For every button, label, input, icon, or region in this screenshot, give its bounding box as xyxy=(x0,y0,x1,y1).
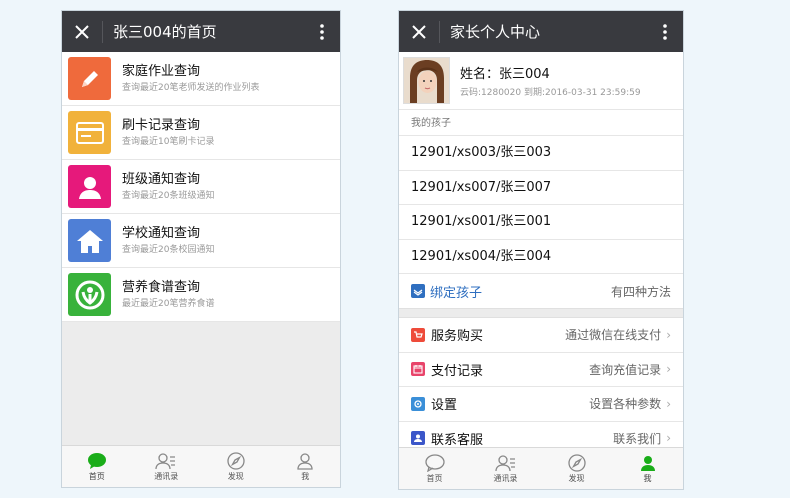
tab-label: 发现 xyxy=(568,473,585,483)
tab-me[interactable]: 我 xyxy=(271,446,341,487)
bottom-tab-bar: 首页 通讯录 发现 我 xyxy=(399,447,683,489)
option-hint: 设置各种参数 xyxy=(589,397,662,412)
menu-item-desc: 查询最近20条班级通知 xyxy=(122,190,215,201)
more-vertical-icon xyxy=(663,23,667,40)
bind-child-label: 绑定孩子 xyxy=(430,285,483,301)
pencil-icon xyxy=(68,57,111,100)
option-label: 服务购买 xyxy=(431,329,484,345)
menu-item-card-records[interactable]: 刷卡记录查询 查询最近10笔刷卡记录 xyxy=(62,106,340,160)
profile-header: 姓名：张三004 云码:1280020 到期:2016-03-31 23:59:… xyxy=(399,52,683,110)
chevron-right-icon: › xyxy=(666,396,671,411)
tab-label: 首页 xyxy=(88,471,105,481)
compass-icon xyxy=(227,451,245,470)
option-settings[interactable]: 设置 设置各种参数 › xyxy=(399,387,683,422)
menu-item-desc: 查询最近20笔老师发送的作业列表 xyxy=(122,82,260,93)
close-icon xyxy=(412,24,426,39)
option-hint: 联系我们 xyxy=(613,431,662,446)
menu-item-title: 刷卡记录查询 xyxy=(122,117,201,133)
gear-icon xyxy=(411,396,425,411)
tab-me[interactable]: 我 xyxy=(612,448,683,489)
right-title-bar: 家长个人中心 xyxy=(399,11,683,52)
profile-name: 姓名：张三004 xyxy=(460,67,550,82)
child-item[interactable]: 12901/xs003/张三003 xyxy=(399,136,683,171)
bottom-tab-bar: 首页 通讯录 发现 我 xyxy=(62,445,340,487)
more-button[interactable] xyxy=(647,11,683,52)
tab-contacts[interactable]: 通讯录 xyxy=(470,448,541,489)
option-label: 支付记录 xyxy=(431,363,484,379)
left-phone-screen: 张三004的首页 家庭作业查询 查询最近20笔老师发送的作业列表 刷卡记录查询 … xyxy=(61,10,341,488)
menu-item-desc: 最近最近20笔营养食谱 xyxy=(122,298,215,309)
chevron-right-icon: › xyxy=(666,431,671,446)
me-icon xyxy=(640,455,655,471)
profile-meta: 云码:1280020 到期:2016-03-31 23:59:59 xyxy=(460,88,641,98)
close-button[interactable] xyxy=(62,11,102,52)
menu-item-desc: 查询最近20条校园通知 xyxy=(122,244,215,255)
me-icon xyxy=(297,452,313,470)
child-item[interactable]: 12901/xs004/张三004 xyxy=(399,240,683,274)
tab-discover[interactable]: 发现 xyxy=(541,448,612,489)
contacts-icon xyxy=(155,452,176,469)
option-label: 联系客服 xyxy=(431,432,484,448)
option-payment-records[interactable]: 支付记录 查询充值记录 › xyxy=(399,353,683,387)
tab-label: 我 xyxy=(301,471,310,481)
menu-item-title: 班级通知查询 xyxy=(122,171,201,187)
chevron-right-icon: › xyxy=(666,362,671,377)
chat-icon xyxy=(424,453,445,472)
chevron-right-icon: › xyxy=(666,327,671,342)
menu-item-homework[interactable]: 家庭作业查询 查询最近20笔老师发送的作业列表 xyxy=(62,52,340,106)
tab-home[interactable]: 首页 xyxy=(62,446,132,487)
chat-icon xyxy=(87,452,106,469)
tab-label: 我 xyxy=(643,473,652,483)
option-service-purchase[interactable]: 服务购买 通过微信在线支付 › xyxy=(399,318,683,353)
menu-item-title: 家庭作业查询 xyxy=(122,63,201,79)
tab-contacts[interactable]: 通讯录 xyxy=(132,446,202,487)
menu-item-title: 营养食谱查询 xyxy=(122,279,201,295)
child-item[interactable]: 12901/xs007/张三007 xyxy=(399,171,683,205)
menu-item-nutrition[interactable]: 营养食谱查询 最近最近20笔营养食谱 xyxy=(62,268,340,322)
menu-item-class-notice[interactable]: 班级通知查询 查询最近20条班级通知 xyxy=(62,160,340,214)
children-section-title: 我的孩子 xyxy=(399,110,683,136)
tab-home[interactable]: 首页 xyxy=(399,448,470,489)
tab-label: 通讯录 xyxy=(154,471,179,481)
compass-icon xyxy=(567,453,586,472)
tab-discover[interactable]: 发现 xyxy=(201,446,271,487)
menu-item-school-notice[interactable]: 学校通知查询 查询最近20条校园通知 xyxy=(62,214,340,268)
more-button[interactable] xyxy=(304,11,340,52)
home-icon xyxy=(68,219,111,262)
support-icon xyxy=(411,431,425,446)
page-title: 张三004的首页 xyxy=(113,23,217,41)
title-separator xyxy=(102,20,103,43)
right-phone-screen: 家长个人中心 姓名：张三004 云码:1280020 到期:2016-03-31… xyxy=(398,10,684,490)
bind-child-row[interactable]: 绑定孩子 有四种方法 xyxy=(399,274,683,308)
tab-label: 发现 xyxy=(227,471,244,481)
menu-item-title: 学校通知查询 xyxy=(122,225,201,241)
tab-label: 首页 xyxy=(426,473,443,483)
title-separator xyxy=(439,20,440,43)
avatar[interactable] xyxy=(403,57,450,104)
bind-child-hint: 有四种方法 xyxy=(610,284,671,299)
option-hint: 查询充值记录 xyxy=(589,362,662,377)
tab-label: 通讯录 xyxy=(493,473,518,483)
feature-menu: 家庭作业查询 查询最近20笔老师发送的作业列表 刷卡记录查询 查询最近10笔刷卡… xyxy=(62,52,340,322)
calendar-icon xyxy=(411,362,425,377)
option-label: 设置 xyxy=(431,398,458,414)
page-title: 家长个人中心 xyxy=(450,23,541,41)
more-vertical-icon xyxy=(320,23,324,40)
person-icon xyxy=(68,165,111,208)
card-icon xyxy=(68,111,111,154)
section-gap xyxy=(399,308,683,318)
close-icon xyxy=(75,24,89,39)
child-item[interactable]: 12901/xs001/张三001 xyxy=(399,205,683,240)
avatar-photo xyxy=(404,58,449,103)
close-button[interactable] xyxy=(399,11,439,52)
cart-icon xyxy=(411,327,425,342)
contacts-icon xyxy=(494,454,515,471)
option-hint: 通过微信在线支付 xyxy=(565,328,662,343)
menu-item-desc: 查询最近10笔刷卡记录 xyxy=(122,136,215,147)
nutrition-icon xyxy=(68,273,111,316)
bind-child-icon xyxy=(411,284,425,298)
left-title-bar: 张三004的首页 xyxy=(62,11,340,52)
